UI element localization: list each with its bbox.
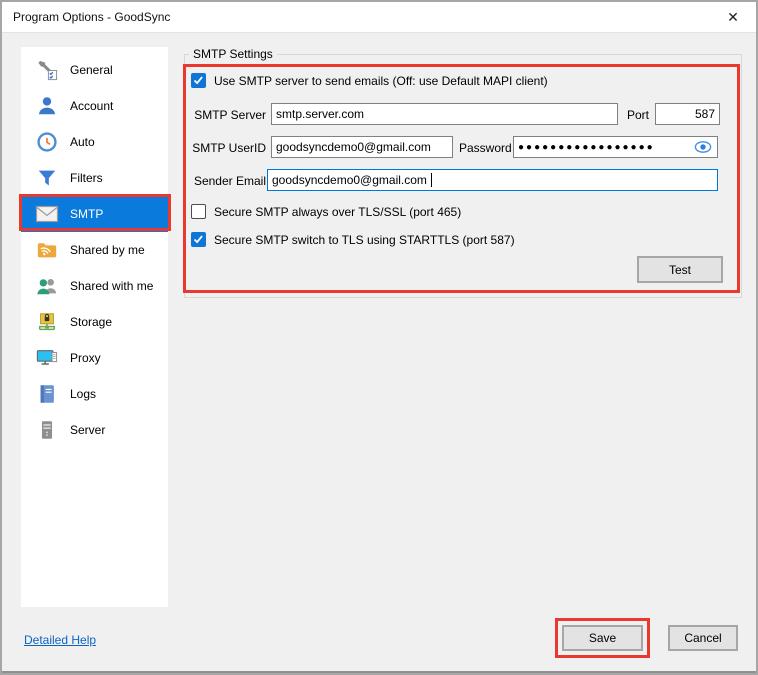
sidebar-item-label: SMTP <box>70 207 104 221</box>
sidebar-item-label: Auto <box>70 135 95 149</box>
close-icon[interactable]: ✕ <box>718 5 748 30</box>
sidebar-item-label: Server <box>70 423 106 437</box>
envelope-icon <box>35 202 59 226</box>
funnel-icon <box>35 166 59 190</box>
sidebar-item-label: Account <box>70 99 114 113</box>
sidebar-item-smtp[interactable]: SMTP <box>21 196 168 232</box>
storage-icon <box>35 310 59 334</box>
sidebar-item-filters[interactable]: Filters <box>21 160 168 196</box>
password-input[interactable] <box>513 136 718 158</box>
secure-ssl-label: Secure SMTP always over TLS/SSL (port 46… <box>214 204 462 219</box>
detailed-help-link[interactable]: Detailed Help <box>24 633 96 647</box>
wrench-icon <box>35 58 59 82</box>
sidebar-item-auto[interactable]: Auto <box>21 124 168 160</box>
smtp-userid-input[interactable] <box>271 136 453 158</box>
use-smtp-label: Use SMTP server to send emails (Off: use… <box>214 73 548 88</box>
sidebar-item-label: Filters <box>70 171 103 185</box>
use-smtp-row: Use SMTP server to send emails (Off: use… <box>191 73 548 88</box>
sender-email-label: Sender Email <box>193 174 266 188</box>
show-password-eye-icon[interactable] <box>693 139 713 155</box>
sidebar-item-account[interactable]: Account <box>21 88 168 124</box>
secure-ssl-row: Secure SMTP always over TLS/SSL (port 46… <box>191 204 461 219</box>
person-icon <box>35 94 59 118</box>
sidebar-item-shared-with-me[interactable]: Shared with me <box>21 268 168 304</box>
sidebar-item-general[interactable]: General <box>21 52 168 88</box>
monitor-icon <box>35 346 59 370</box>
sidebar-item-label: Logs <box>70 387 97 401</box>
shared-folder-icon <box>35 238 59 262</box>
sidebar-item-label: Shared with me <box>70 279 154 293</box>
sidebar-item-label: General <box>70 63 113 77</box>
test-button[interactable]: Test <box>637 256 723 283</box>
options-sidebar: General Account Auto Filters SMTP Shared… <box>21 47 168 607</box>
sidebar-item-proxy[interactable]: Proxy <box>21 340 168 376</box>
sidebar-item-label: Storage <box>70 315 113 329</box>
use-smtp-checkbox[interactable] <box>191 73 206 88</box>
password-label: Password <box>459 141 512 155</box>
secure-starttls-checkbox[interactable] <box>191 232 206 247</box>
port-input[interactable] <box>655 103 720 125</box>
save-button[interactable]: Save <box>562 625 643 651</box>
sender-email-input[interactable] <box>267 169 718 191</box>
sidebar-item-label: Proxy <box>70 351 101 365</box>
sidebar-item-logs[interactable]: Logs <box>21 376 168 412</box>
cancel-button[interactable]: Cancel <box>668 625 738 651</box>
title-bar: Program Options - GoodSync ✕ <box>2 2 756 33</box>
smtp-server-input[interactable] <box>271 103 618 125</box>
people-icon <box>35 274 59 298</box>
port-label: Port <box>627 108 650 122</box>
secure-ssl-checkbox[interactable] <box>191 204 206 219</box>
sidebar-item-shared-by-me[interactable]: Shared by me <box>21 232 168 268</box>
secure-starttls-label: Secure SMTP switch to TLS using STARTTLS… <box>214 232 515 247</box>
sidebar-item-label: Shared by me <box>70 243 145 257</box>
smtp-userid-label: SMTP UserID <box>192 141 266 155</box>
log-book-icon <box>35 382 59 406</box>
sidebar-item-server[interactable]: Server <box>21 412 168 448</box>
groupbox-title: SMTP Settings <box>189 47 277 61</box>
program-options-dialog: Program Options - GoodSync ✕ General Acc… <box>0 0 758 675</box>
clock-icon <box>35 130 59 154</box>
server-tower-icon <box>35 418 59 442</box>
window-title: Program Options - GoodSync <box>13 10 171 24</box>
sidebar-item-storage[interactable]: Storage <box>21 304 168 340</box>
secure-starttls-row: Secure SMTP switch to TLS using STARTTLS… <box>191 232 515 247</box>
smtp-server-label: SMTP Server <box>194 108 266 122</box>
text-cursor <box>431 173 432 187</box>
